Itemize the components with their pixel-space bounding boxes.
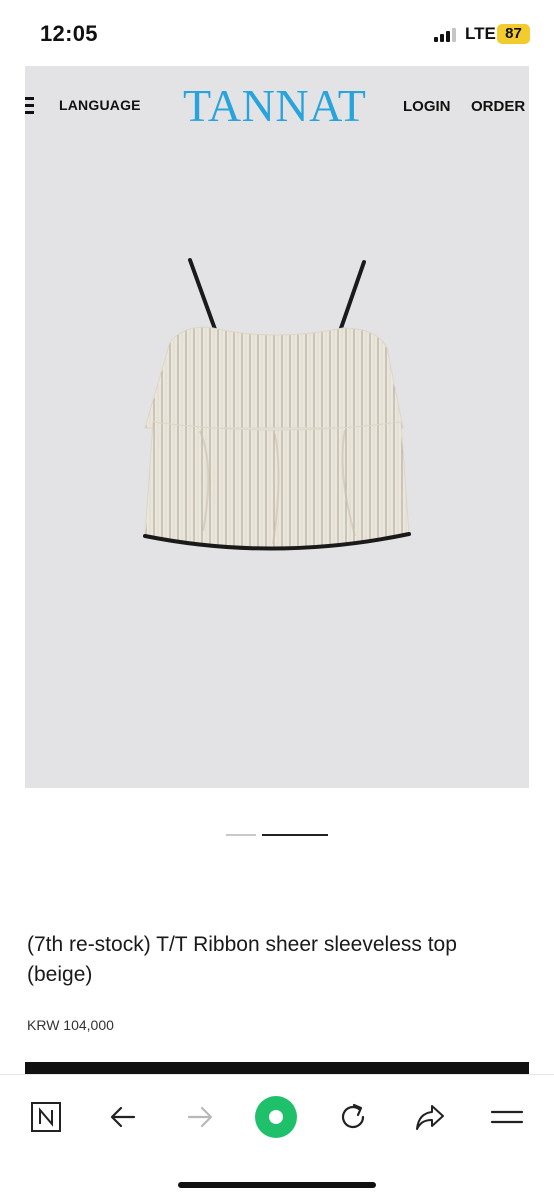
share-icon[interactable]	[407, 1095, 453, 1139]
naver-n-icon[interactable]	[23, 1095, 69, 1139]
network-type: LTE	[465, 24, 496, 43]
battery-icon: 87	[497, 24, 530, 44]
garment-illustration	[143, 258, 411, 551]
green-home-icon[interactable]	[253, 1095, 299, 1139]
hamburger-menu-icon[interactable]	[25, 97, 34, 115]
site-logo[interactable]: TANNAT	[183, 80, 366, 132]
carousel-indicator	[0, 834, 554, 838]
home-indicator	[178, 1182, 376, 1188]
product-title: (7th re-stock) T/T Ribbon sheer sleevele…	[27, 933, 457, 986]
browser-toolbar	[0, 1074, 554, 1200]
back-arrow-icon[interactable]	[100, 1095, 146, 1139]
status-time: 12:05	[40, 21, 98, 46]
menu-icon[interactable]	[484, 1095, 530, 1139]
carousel-dot-2-active[interactable]	[262, 834, 328, 836]
carousel-dot-1[interactable]	[226, 834, 256, 836]
forward-arrow-icon[interactable]	[177, 1095, 223, 1139]
site-header: LANGUAGE TANNAT LOGIN ORDER	[25, 66, 529, 146]
product-image[interactable]: LANGUAGE TANNAT LOGIN ORDER	[25, 66, 529, 788]
refresh-icon[interactable]	[330, 1095, 376, 1139]
product-price: KRW 104,000	[27, 1017, 114, 1033]
status-bar: 12:05 LTE 87	[0, 0, 554, 66]
signal-icon	[434, 28, 458, 42]
language-link[interactable]: LANGUAGE	[59, 97, 141, 113]
login-link[interactable]: LOGIN	[403, 98, 451, 115]
order-link[interactable]: ORDER	[471, 98, 525, 115]
